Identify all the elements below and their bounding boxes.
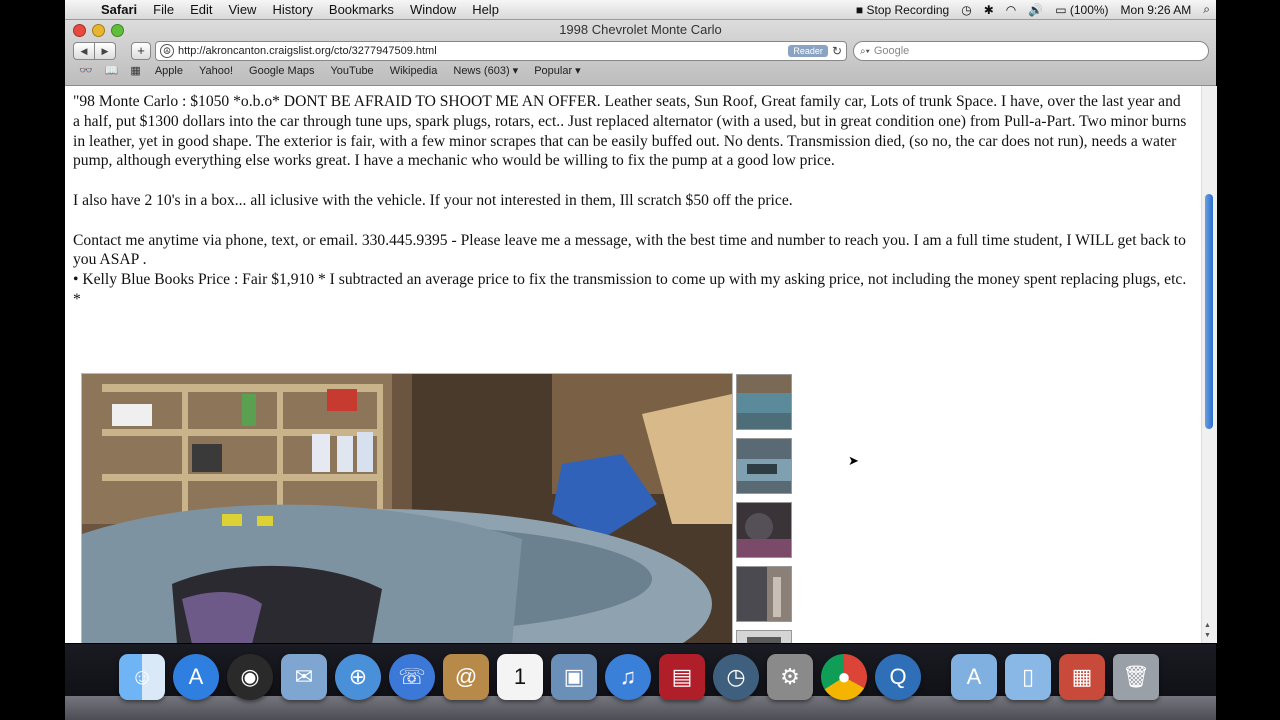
menu-view[interactable]: View xyxy=(221,2,265,17)
page-scrollbar[interactable]: ▲ ▼ xyxy=(1201,86,1217,643)
browser-toolbar: 1998 Chevrolet Monte Carlo ◀ ▶ + ☮ http:… xyxy=(65,20,1216,86)
dock-icons: ☺ A ◉ ✉ ⊕ ☏ @ 1 ▣ ♫ ▤ ◷ ⚙ ● Q A ▯ ▦ 🗑 xyxy=(119,654,1159,700)
thumbnail-1[interactable] xyxy=(736,374,792,430)
mouse-pointer-icon: ➤ xyxy=(848,453,859,468)
garage-car-image xyxy=(82,374,732,643)
trash-icon[interactable]: 🗑 xyxy=(1113,654,1159,700)
chrome-icon[interactable]: ● xyxy=(821,654,867,700)
bookmarks-bar: 👓 📖 ▦ Apple Yahoo! Google Maps YouTube W… xyxy=(73,64,589,78)
itunes-icon[interactable]: ♫ xyxy=(605,654,651,700)
menu-file[interactable]: File xyxy=(145,2,182,17)
menu-window[interactable]: Window xyxy=(402,2,464,17)
thumbnail-5-image xyxy=(737,631,791,643)
thumbnail-3[interactable] xyxy=(736,502,792,558)
app-store-icon[interactable]: A xyxy=(173,654,219,700)
search-field[interactable]: ⌕▾ Google xyxy=(853,41,1209,61)
site-icon: ☮ xyxy=(160,44,174,58)
menu-help[interactable]: Help xyxy=(464,2,507,17)
wifi-icon[interactable]: ◠ xyxy=(1000,3,1022,17)
bluetooth-icon[interactable]: ✱ xyxy=(978,3,1000,17)
dock: ☺ A ◉ ✉ ⊕ ☏ @ 1 ▣ ♫ ▤ ◷ ⚙ ● Q A ▯ ▦ 🗑 xyxy=(65,644,1216,720)
quicktime-icon[interactable]: Q xyxy=(875,654,921,700)
thumbnail-4-image xyxy=(737,567,791,621)
navigation-buttons: ◀ ▶ xyxy=(73,42,116,60)
iphoto-icon[interactable]: ▣ xyxy=(551,654,597,700)
battery-percent: (100%) xyxy=(1069,2,1109,17)
back-button[interactable]: ◀ xyxy=(73,42,95,60)
time-machine-dock-icon[interactable]: ◷ xyxy=(713,654,759,700)
thumbnail-2[interactable] xyxy=(736,438,792,494)
stop-recording-item[interactable]: ■ Stop Recording xyxy=(850,3,955,17)
spotlight-search-icon[interactable]: ⌕ xyxy=(1197,2,1216,17)
url-text[interactable]: http://akroncanton.craigslist.org/cto/32… xyxy=(178,45,437,57)
safari-icon[interactable]: ⊕ xyxy=(335,654,381,700)
finder-icon[interactable]: ☺ xyxy=(119,654,165,700)
battery-indicator[interactable]: ▭ (100%) xyxy=(1049,3,1114,17)
menu-app-name[interactable]: Safari xyxy=(93,2,145,17)
thumbnail-5[interactable] xyxy=(736,630,792,643)
stop-recording-label: Stop Recording xyxy=(866,2,950,17)
bookmark-wikipedia[interactable]: Wikipedia xyxy=(382,65,446,77)
time-machine-icon[interactable]: ◷ xyxy=(955,3,977,17)
web-page-content: "98 Monte Carlo : $1050 *o.b.o* DONT BE … xyxy=(65,86,1201,643)
bookmark-yahoo[interactable]: Yahoo! xyxy=(191,65,241,77)
documents-folder-icon[interactable]: ▯ xyxy=(1005,654,1051,700)
show-bookmarks-icon[interactable]: 📖 xyxy=(99,64,125,77)
thumbnail-1-image xyxy=(737,375,791,429)
system-preferences-icon[interactable]: ⚙ xyxy=(767,654,813,700)
facetime-icon[interactable]: ☏ xyxy=(389,654,435,700)
address-bar[interactable]: ☮ http://akroncanton.craigslist.org/cto/… xyxy=(155,41,847,61)
search-icon: ⌕▾ xyxy=(860,45,870,57)
reader-button[interactable]: Reader xyxy=(788,45,828,57)
downloads-stack-icon[interactable]: ▦ xyxy=(1059,654,1105,700)
menu-bookmarks[interactable]: Bookmarks xyxy=(321,2,402,17)
menu-bar: Safari File Edit View History Bookmarks … xyxy=(65,0,1216,20)
reload-icon[interactable]: ↻ xyxy=(832,44,842,58)
listing-body: "98 Monte Carlo : $1050 *o.b.o* DONT BE … xyxy=(73,92,1191,310)
reading-list-icon[interactable]: 👓 xyxy=(73,64,99,77)
listing-description: "98 Monte Carlo : $1050 *o.b.o* DONT BE … xyxy=(73,93,1187,170)
thumbnail-2-image xyxy=(737,439,791,493)
listing-contact-info: Contact me anytime via phone, text, or e… xyxy=(73,231,1186,269)
thumbnail-strip xyxy=(736,374,792,643)
bookmark-popular-folder[interactable]: Popular ▾ xyxy=(526,64,589,77)
bookmark-youtube[interactable]: YouTube xyxy=(322,65,381,77)
scroll-arrows-icon[interactable]: ▲ ▼ xyxy=(1204,621,1211,641)
search-placeholder: Google xyxy=(873,45,910,57)
bookmark-news-folder[interactable]: News (603) ▾ xyxy=(445,64,526,77)
listing-speakers-note: I also have 2 10's in a box... all iclus… xyxy=(73,191,793,209)
calendar-icon[interactable]: 1 xyxy=(497,654,543,700)
add-bookmark-button[interactable]: + xyxy=(131,42,151,60)
top-sites-icon[interactable]: ▦ xyxy=(124,64,146,77)
main-car-photo[interactable] xyxy=(81,373,733,643)
scrollbar-thumb[interactable] xyxy=(1205,194,1213,429)
menu-history[interactable]: History xyxy=(264,2,320,17)
menu-clock[interactable]: Mon 9:26 AM xyxy=(1115,3,1198,17)
address-book-icon[interactable]: @ xyxy=(443,654,489,700)
menu-edit[interactable]: Edit xyxy=(182,2,220,17)
thumbnail-4[interactable] xyxy=(736,566,792,622)
applications-folder-icon[interactable]: A xyxy=(951,654,997,700)
photo-booth-icon[interactable]: ▤ xyxy=(659,654,705,700)
bookmark-apple[interactable]: Apple xyxy=(147,65,191,77)
volume-icon[interactable]: 🔊 xyxy=(1022,3,1049,17)
mail-icon[interactable]: ✉ xyxy=(281,654,327,700)
listing-kbb-price: • Kelly Blue Books Price : Fair $1,910 *… xyxy=(73,271,1187,308)
window-title: 1998 Chevrolet Monte Carlo xyxy=(559,22,722,37)
dashboard-icon[interactable]: ◉ xyxy=(227,654,273,700)
forward-button[interactable]: ▶ xyxy=(95,42,116,60)
thumbnail-3-image xyxy=(737,503,791,557)
bookmark-google-maps[interactable]: Google Maps xyxy=(241,65,322,77)
